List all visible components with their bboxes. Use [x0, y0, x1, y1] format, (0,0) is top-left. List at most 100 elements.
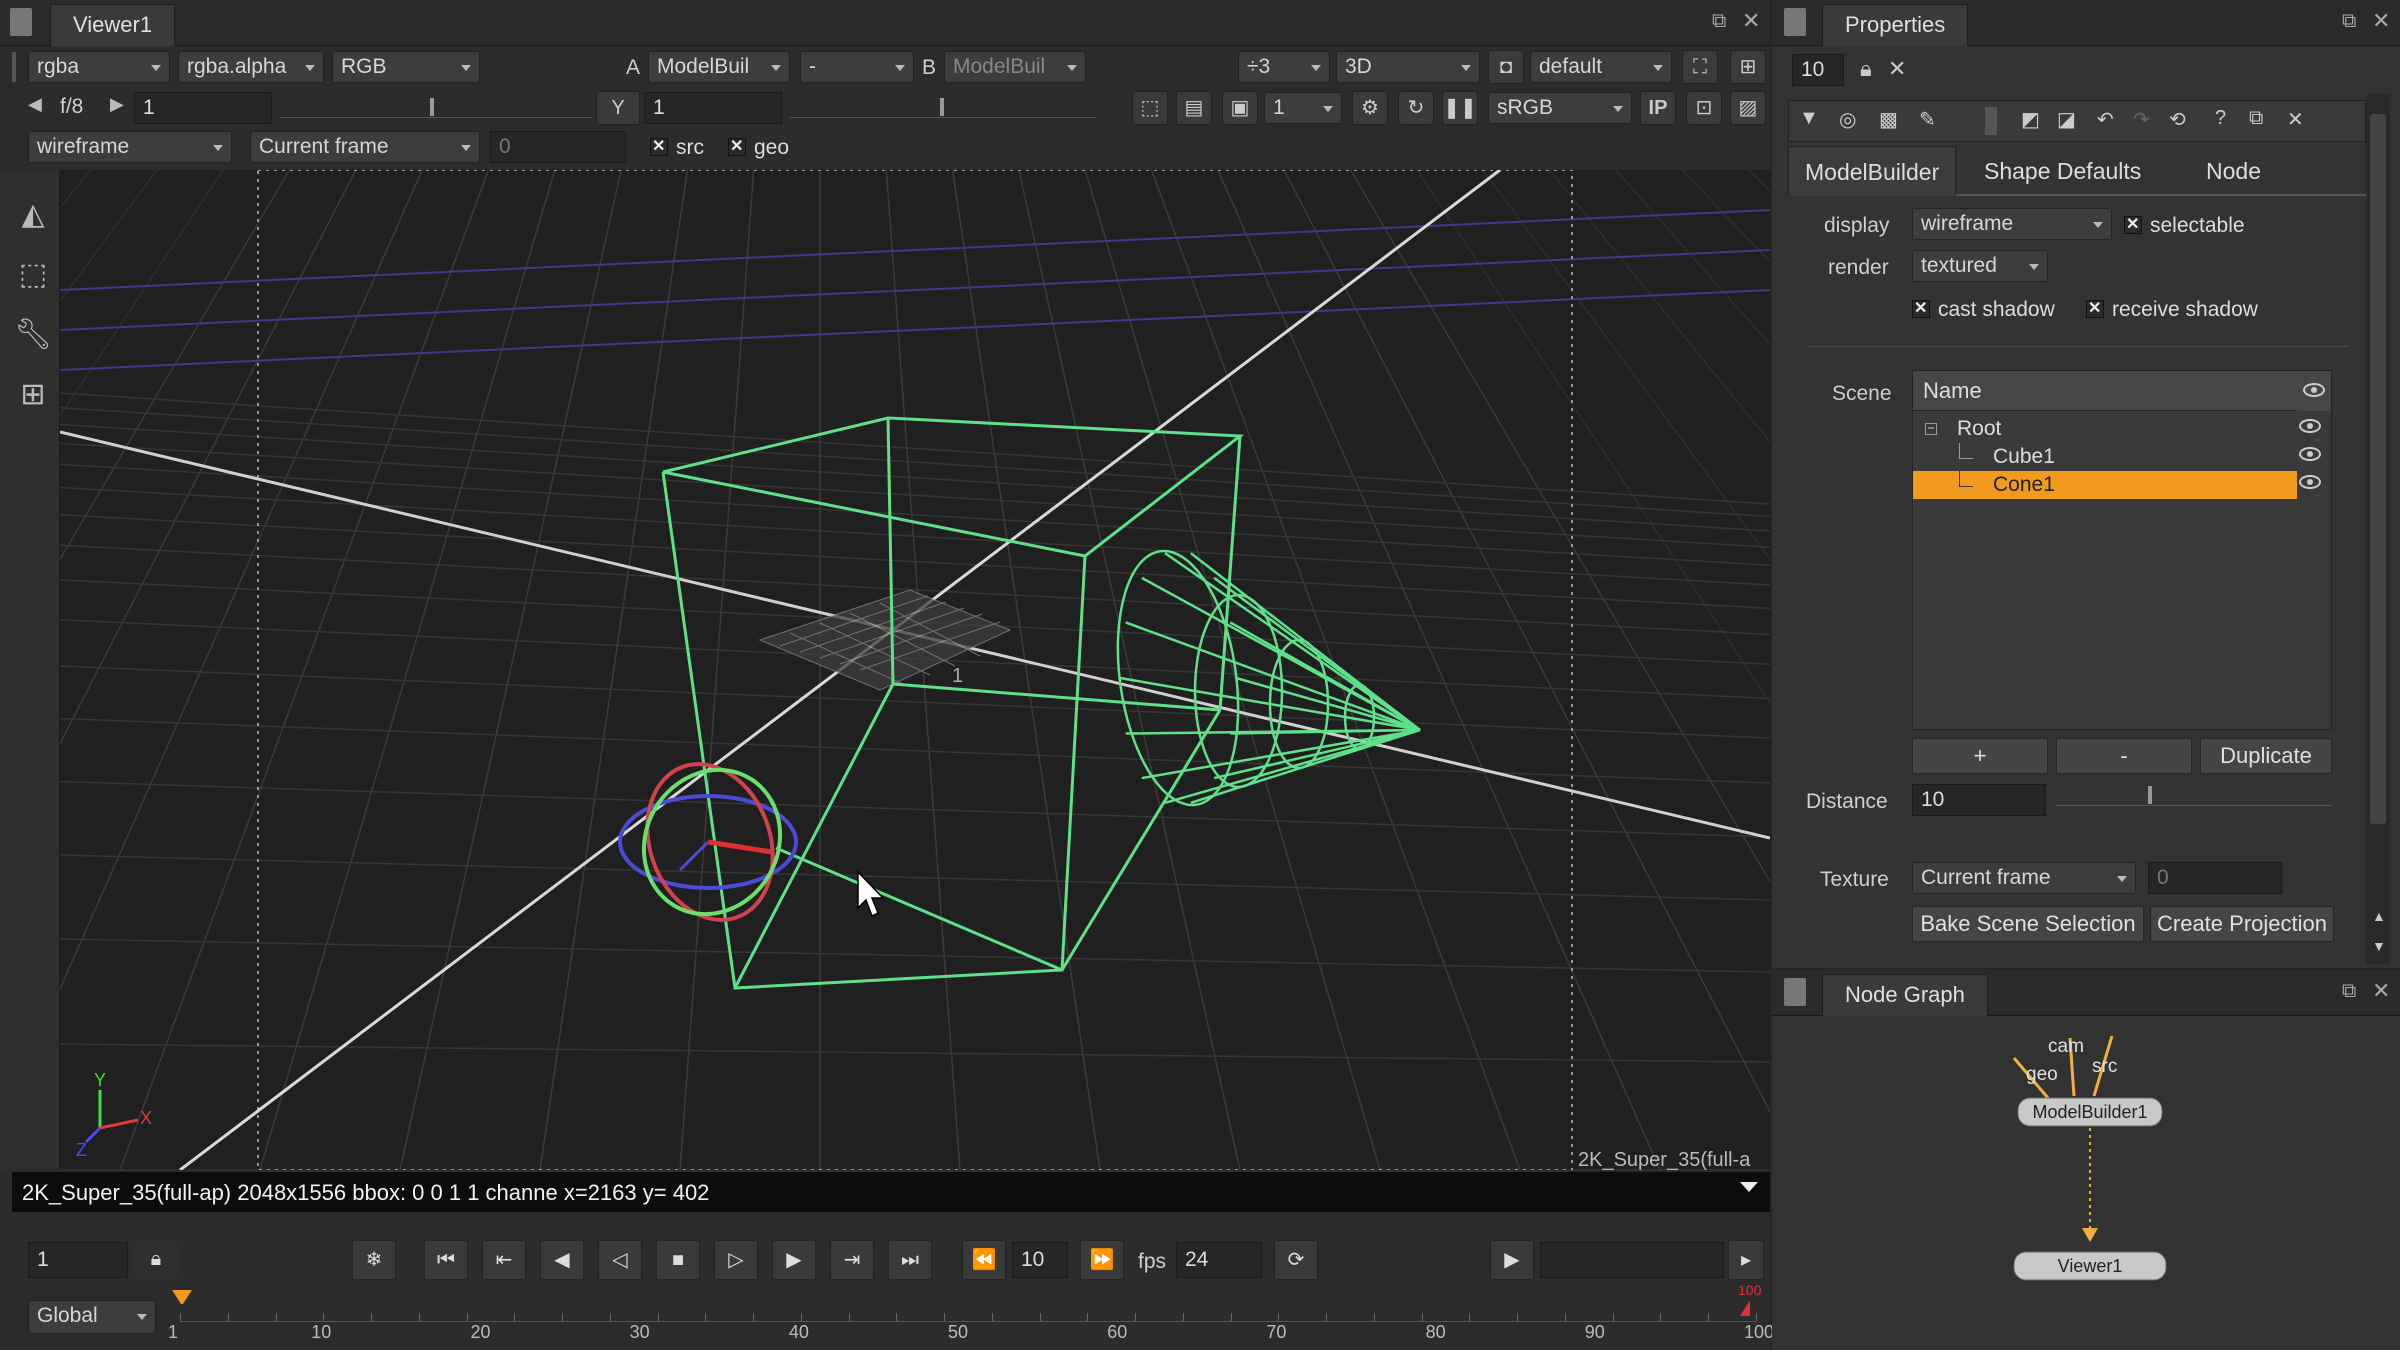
tab-shape-defaults[interactable]: Shape Defaults — [1968, 146, 2157, 196]
roi-icon[interactable]: ⛶ — [1682, 50, 1718, 84]
fstop-up-icon[interactable]: ▶ — [110, 94, 124, 115]
src-checkbox[interactable]: src — [650, 136, 704, 160]
proxy-dropdown[interactable]: 1 — [1264, 92, 1342, 124]
eye-icon[interactable] — [2299, 475, 2321, 489]
alpha-dropdown[interactable]: rgba.alpha — [178, 51, 324, 83]
camera-dropdown[interactable]: default — [1530, 51, 1672, 83]
scroll-up-icon[interactable]: ▲ — [2372, 908, 2386, 924]
zoom-dropdown[interactable]: ÷3 — [1238, 51, 1330, 83]
region-icon[interactable]: ⚙ — [1352, 91, 1388, 125]
node-tool-icon[interactable]: ✎ — [1919, 107, 1936, 132]
current-frame-field[interactable]: 10 — [1012, 1242, 1068, 1278]
scene-tree[interactable]: Name − Root Cube1 Cone1 — [1912, 370, 2332, 730]
camera-icon[interactable]: ◘ — [1488, 50, 1524, 84]
node-graph-menu-icon[interactable] — [1784, 978, 1806, 1006]
render-dropdown[interactable]: textured — [1912, 250, 2048, 282]
scene-tree-header[interactable]: Name — [1913, 371, 2297, 411]
node-graph-float-icon[interactable]: ⧉ — [2342, 980, 2356, 1003]
wrench-icon[interactable]: 🔧︎ — [8, 310, 58, 360]
collapse-tree-icon[interactable]: − — [1925, 422, 1937, 435]
zebra-icon[interactable]: ▤ — [1176, 91, 1212, 125]
playback-range-field[interactable] — [1540, 1242, 1724, 1278]
frame-mode-dropdown[interactable]: Current frame — [250, 131, 480, 163]
proxy-icon[interactable]: ▣ — [1222, 91, 1258, 125]
node-swatch-icon[interactable] — [1985, 107, 1997, 135]
eye-icon[interactable] — [2299, 447, 2321, 461]
lock-icon[interactable]: 🔒︎ — [134, 1240, 178, 1280]
first-frame-icon[interactable]: ⏮ — [424, 1240, 468, 1280]
node-color-icon[interactable]: ▩ — [1879, 107, 1898, 132]
close-node-icon[interactable]: ✕ — [2287, 107, 2304, 132]
info-expand-icon[interactable] — [1740, 1182, 1758, 1192]
collapse-icon[interactable]: ▼ — [1799, 107, 1819, 130]
last-frame-icon[interactable]: ⏭ — [888, 1240, 932, 1280]
cast-shadow-checkbox[interactable]: cast shadow — [1912, 298, 2055, 322]
revert-icon[interactable]: ⟲ — [2169, 107, 2186, 132]
gamma-field[interactable]: 1 — [644, 92, 782, 124]
playback-options-icon[interactable]: ▸ — [1728, 1240, 1764, 1280]
add-button[interactable]: + — [1912, 738, 2048, 774]
remove-button[interactable]: - — [2056, 738, 2192, 774]
ip-button[interactable]: IP — [1640, 91, 1676, 125]
stop-icon[interactable]: ■ — [656, 1240, 700, 1280]
gamma-slider-handle[interactable] — [940, 98, 944, 116]
flipbook-icon[interactable]: ▶ — [1490, 1240, 1534, 1280]
tab-viewer1[interactable]: Viewer1 — [50, 4, 176, 46]
redo-icon[interactable]: ↷ — [2133, 107, 2150, 132]
timeline-ruler[interactable] — [180, 1296, 1757, 1322]
tree-row-cone1[interactable]: Cone1 — [1913, 471, 2331, 499]
display-channel-dropdown[interactable]: RGB — [332, 51, 480, 83]
lut-dropdown[interactable]: sRGB — [1488, 92, 1632, 124]
properties-scrollbar[interactable] — [2366, 94, 2390, 964]
display-dropdown[interactable]: wireframe — [1912, 208, 2112, 240]
compare-op-dropdown[interactable]: - — [800, 51, 914, 83]
fstop-value[interactable]: f/8 — [60, 95, 83, 119]
node-modelbuilder1[interactable]: ModelBuilder1 — [2017, 1097, 2163, 1127]
fps-field[interactable]: 24 — [1176, 1242, 1262, 1278]
create-projection-button[interactable]: Create Projection — [2150, 906, 2334, 942]
skip-forward-icon[interactable]: ⏩ — [1080, 1240, 1124, 1280]
fstop-down-icon[interactable]: ◀ — [28, 94, 42, 115]
tree-row-cube1[interactable]: Cube1 — [1913, 443, 2331, 471]
help-icon[interactable]: ? — [2215, 107, 2226, 130]
lock-properties-icon[interactable]: 🔒︎ — [1860, 56, 1872, 82]
wipe-icon[interactable]: ▨ — [1730, 91, 1766, 125]
float-panel-icon[interactable]: ⧉ — [1712, 10, 1726, 33]
frame-field[interactable]: 1 — [28, 1242, 128, 1278]
undo-icon[interactable]: ↶ — [2097, 107, 2114, 132]
select-vertices-icon[interactable]: ◭ — [8, 190, 58, 240]
overlay-icon[interactable]: ⊡ — [1686, 91, 1722, 125]
select-faces-icon[interactable]: ⬚ — [8, 250, 58, 300]
geo-checkbox[interactable]: geo — [728, 136, 789, 160]
prev-keyframe-icon[interactable]: ⇤ — [482, 1240, 526, 1280]
skip-back-icon[interactable]: ⏪ — [962, 1240, 1006, 1280]
next-frame-icon[interactable]: ▶ — [772, 1240, 816, 1280]
prev-frame-icon[interactable]: ◀ — [540, 1240, 584, 1280]
tab-node-graph[interactable]: Node Graph — [1822, 974, 1988, 1016]
clear-panels-icon[interactable]: ✕ — [1888, 56, 1906, 82]
timeline-playhead-icon[interactable] — [172, 1290, 192, 1310]
freeze-icon[interactable]: ❄ — [352, 1240, 396, 1280]
loop-icon[interactable]: ⟳ — [1274, 1240, 1318, 1280]
node-graph-close-icon[interactable]: ✕ — [2372, 978, 2390, 1004]
gain-field[interactable]: 1 — [134, 92, 272, 124]
timeline-end-marker-icon[interactable] — [1740, 1300, 1750, 1316]
play-forward-icon[interactable]: ▷ — [714, 1240, 758, 1280]
edit-icon[interactable]: ◩ — [2021, 107, 2040, 132]
grid-overlay-icon[interactable]: ⊞ — [1730, 50, 1766, 84]
header-visibility-icon[interactable] — [2297, 371, 2331, 411]
scroll-down-icon[interactable]: ▼ — [2372, 938, 2386, 954]
distance-field[interactable]: 10 — [1912, 784, 2046, 816]
gain-slider-handle[interactable] — [430, 98, 434, 116]
texture-dropdown[interactable]: Current frame — [1912, 862, 2136, 894]
bake-scene-selection-button[interactable]: Bake Scene Selection — [1912, 906, 2144, 942]
timeline-scope-dropdown[interactable]: Global — [28, 1300, 156, 1334]
float-node-icon[interactable]: ⧉ — [2249, 107, 2263, 130]
pause-icon[interactable]: ❚❚ — [1442, 91, 1478, 125]
tab-properties[interactable]: Properties — [1822, 4, 1969, 46]
gain-slider[interactable] — [280, 96, 592, 118]
node-viewer1[interactable]: Viewer1 — [2013, 1251, 2167, 1281]
selectable-checkbox[interactable]: selectable — [2124, 214, 2245, 238]
next-keyframe-icon[interactable]: ⇥ — [830, 1240, 874, 1280]
center-node-icon[interactable]: ◎ — [1839, 107, 1856, 132]
